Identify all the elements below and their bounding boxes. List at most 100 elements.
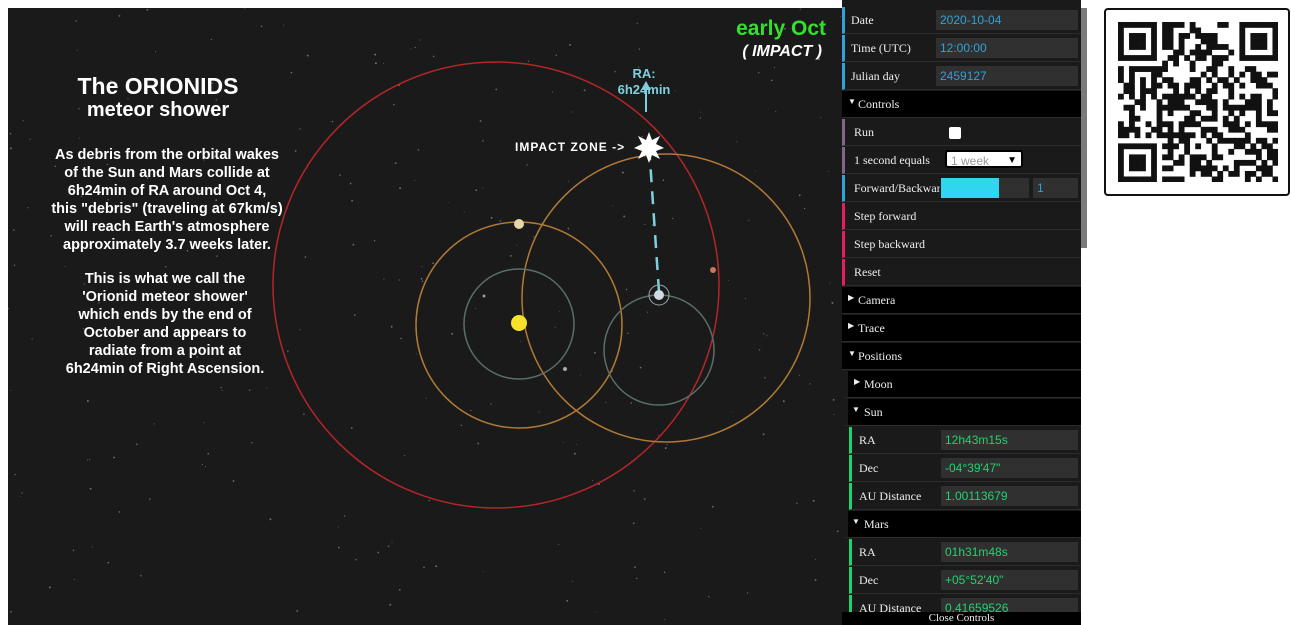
forward-slider[interactable] xyxy=(941,178,1029,198)
star xyxy=(763,333,765,335)
star xyxy=(812,499,815,502)
page-title: The ORIONIDS xyxy=(77,73,239,99)
sun-dec-field[interactable]: -04°39'47" xyxy=(941,458,1078,478)
star xyxy=(164,265,167,268)
star xyxy=(29,138,31,140)
folder-moon[interactable]: ▶ Moon xyxy=(842,371,1081,398)
star xyxy=(746,592,749,594)
star xyxy=(641,136,643,138)
mars-au-field[interactable]: 0.41659526 xyxy=(941,598,1078,612)
star xyxy=(398,279,400,281)
star xyxy=(658,435,660,437)
star xyxy=(775,110,777,113)
star xyxy=(827,170,829,172)
forward-field[interactable]: 1 xyxy=(1033,178,1078,198)
star xyxy=(416,353,418,355)
star xyxy=(566,599,569,602)
star xyxy=(567,227,570,230)
star xyxy=(782,400,785,403)
star xyxy=(643,498,646,500)
julian-day-field[interactable]: 2459127 xyxy=(936,66,1078,86)
star xyxy=(153,423,155,425)
solar-system-canvas[interactable]: The ORIONIDS meteor shower As debris fro… xyxy=(8,8,842,625)
star xyxy=(533,236,535,238)
folder-trace[interactable]: ▶ Trace xyxy=(842,315,1081,342)
star xyxy=(232,480,235,482)
star xyxy=(748,219,750,222)
sun-ra-label: RA xyxy=(859,433,876,447)
folder-trace-label: Trace xyxy=(858,321,885,335)
caret-down-icon: ▼ xyxy=(848,97,856,106)
star xyxy=(72,549,75,552)
reset-button[interactable]: Reset xyxy=(842,259,1081,286)
star xyxy=(666,444,668,446)
star xyxy=(421,280,424,283)
sun-au-field[interactable]: 1.00113679 xyxy=(941,486,1078,506)
mars-ra-row: RA 01h31m48s xyxy=(849,539,1081,566)
star xyxy=(526,164,528,166)
panel-scrollbar[interactable] xyxy=(1081,8,1087,248)
folder-positions[interactable]: ▼ Positions xyxy=(842,343,1081,370)
star xyxy=(651,224,654,226)
star xyxy=(417,149,420,151)
star xyxy=(833,414,835,415)
sun-dec-row: Dec -04°39'47" xyxy=(849,455,1081,482)
time-field[interactable]: 12:00:00 xyxy=(936,38,1078,58)
star xyxy=(265,387,267,389)
star xyxy=(796,502,798,504)
run-checkbox[interactable] xyxy=(949,127,961,139)
star xyxy=(766,335,768,337)
date-field[interactable]: 2020-10-04 xyxy=(936,10,1078,30)
star xyxy=(352,243,355,246)
star xyxy=(201,463,203,466)
star xyxy=(477,442,480,445)
star xyxy=(374,62,377,65)
star xyxy=(10,610,12,613)
mars-dec-row: Dec +05°52'40" xyxy=(849,567,1081,594)
star xyxy=(672,217,674,220)
folder-camera[interactable]: ▶ Camera xyxy=(842,287,1081,314)
star xyxy=(664,447,667,450)
ra-line xyxy=(647,144,661,293)
folder-mars[interactable]: ▼ Mars xyxy=(842,511,1081,538)
folder-sun-label: Sun xyxy=(864,405,883,419)
step-backward-button[interactable]: Step backward xyxy=(842,231,1081,258)
star xyxy=(304,256,307,258)
sun-dec-label: Dec xyxy=(859,461,879,475)
page-subtitle: meteor shower xyxy=(86,99,230,121)
folder-controls[interactable]: ▼ Controls xyxy=(842,91,1081,118)
second-equals-select[interactable]: 1 week ▼ xyxy=(945,150,1023,168)
folder-sun[interactable]: ▼ Sun xyxy=(842,399,1081,426)
star xyxy=(711,505,714,508)
star xyxy=(612,204,613,206)
close-controls-button[interactable]: Close Controls xyxy=(842,612,1081,625)
star xyxy=(91,546,93,548)
star xyxy=(605,401,607,403)
mars-ra-field[interactable]: 01h31m48s xyxy=(941,542,1078,562)
date-row: Date 2020-10-04 xyxy=(842,7,1081,34)
star xyxy=(538,411,540,413)
star xyxy=(296,610,299,612)
mars-dec-field[interactable]: +05°52'40" xyxy=(941,570,1078,590)
star xyxy=(140,575,142,577)
star xyxy=(338,526,340,528)
star xyxy=(22,120,24,122)
star xyxy=(596,611,597,613)
star xyxy=(470,409,472,412)
mars-au-label: AU Distance xyxy=(859,601,922,612)
second-equals-row: 1 second equals 1 week ▼ xyxy=(842,147,1081,174)
forward-label: Forward/Backward xyxy=(854,181,940,195)
star xyxy=(569,43,571,46)
star xyxy=(373,239,376,242)
caret-down-icon: ▼ xyxy=(852,405,860,414)
star xyxy=(482,140,484,142)
star xyxy=(76,49,78,51)
star xyxy=(831,301,834,304)
star xyxy=(623,215,626,218)
caret-down-icon: ▼ xyxy=(848,349,856,358)
star xyxy=(475,189,478,192)
impact-zone-label: IMPACT ZONE -> xyxy=(515,140,626,154)
sun-ra-field[interactable]: 12h43m15s xyxy=(941,430,1078,450)
step-forward-button[interactable]: Step forward xyxy=(842,203,1081,230)
chevron-down-icon: ▼ xyxy=(1007,155,1017,166)
